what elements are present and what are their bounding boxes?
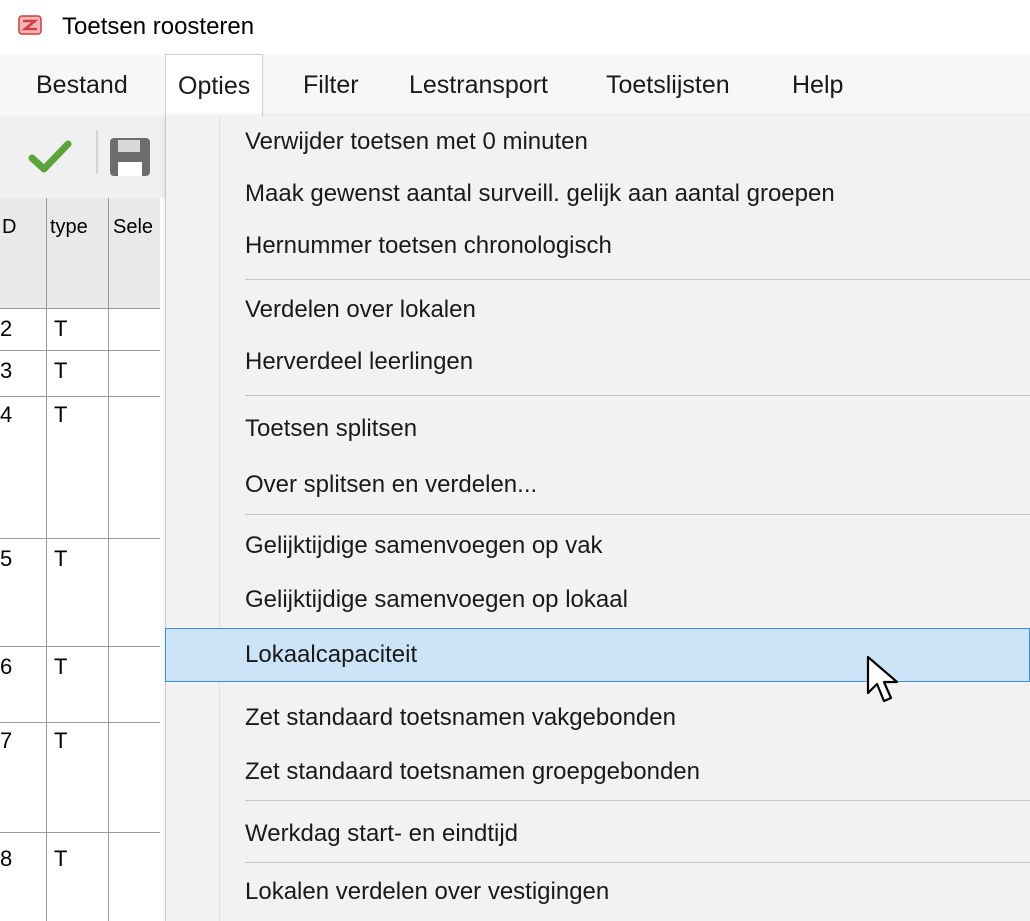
- menu-separator: [245, 862, 1030, 863]
- column-header-type[interactable]: type: [50, 198, 104, 308]
- menu-item-samenvoegen-op-vak[interactable]: Gelijktijdige samenvoegen op vak: [165, 520, 1030, 572]
- grid-line: [0, 646, 160, 647]
- table-cell-id: 3: [0, 358, 13, 383]
- menu-filter[interactable]: Filter: [303, 54, 359, 116]
- grid-line: [0, 538, 160, 539]
- table-cell-id: 5: [0, 546, 13, 571]
- grid-line: [46, 198, 47, 921]
- menu-separator: [245, 395, 1030, 396]
- table-cell-id: 6: [0, 654, 13, 679]
- save-icon[interactable]: [106, 136, 165, 178]
- title-bar: Toetsen roosteren: [0, 0, 1030, 54]
- menu-bar: Bestand Opties Filter Lestransport Toets…: [0, 54, 1030, 117]
- menu-item-werkdag-tijd[interactable]: Werkdag start- en eindtijd: [165, 808, 1030, 860]
- check-icon[interactable]: [28, 138, 72, 174]
- table-cell-type: T: [54, 546, 68, 571]
- menu-separator: [245, 800, 1030, 801]
- table-cell-type: T: [54, 316, 68, 341]
- table-cell-type: T: [54, 846, 68, 871]
- menu-lestransport[interactable]: Lestransport: [409, 54, 548, 116]
- menu-item-hernummer-toetsen[interactable]: Hernummer toetsen chronologisch: [165, 220, 1030, 272]
- menu-item-toetsen-splitsen[interactable]: Toetsen splitsen: [165, 403, 1030, 455]
- toolbar-separator: [96, 130, 98, 174]
- table-cell-id: 4: [0, 402, 13, 427]
- window-title: Toetsen roosteren: [62, 13, 255, 40]
- menu-item-verwijder-toetsen[interactable]: Verwijder toetsen met 0 minuten: [165, 116, 1030, 168]
- menu-separator: [245, 514, 1030, 515]
- menu-item-lokalen-vestigingen[interactable]: Lokalen verdelen over vestigingen: [165, 866, 1030, 918]
- grid-line: [0, 396, 160, 397]
- table-cell-type: T: [54, 358, 68, 383]
- grid-line: [0, 308, 160, 309]
- table-cell-id: 8: [0, 846, 13, 871]
- menu-item-verdelen-over-lokalen[interactable]: Verdelen over lokalen: [165, 284, 1030, 336]
- menu-bestand[interactable]: Bestand: [36, 54, 128, 116]
- menu-item-toetsnamen-groepgebonden[interactable]: Zet standaard toetsnamen groepgebonden: [165, 746, 1030, 798]
- table-cell-type: T: [54, 728, 68, 753]
- grid-line: [0, 350, 160, 351]
- grid-line: [108, 198, 109, 921]
- menu-opties[interactable]: Opties: [165, 54, 264, 117]
- grid-line: [0, 832, 160, 833]
- table-cell-type: T: [54, 402, 68, 427]
- mouse-cursor-icon: [866, 655, 899, 703]
- table-cell-id: 2: [0, 316, 13, 341]
- table-cell-id: 7: [0, 728, 13, 753]
- table-cell-type: T: [54, 654, 68, 679]
- column-header-id[interactable]: D: [2, 198, 42, 308]
- menu-item-maak-gewenst-aantal[interactable]: Maak gewenst aantal surveill. gelijk aan…: [165, 168, 1030, 220]
- menu-item-samenvoegen-op-lokaal[interactable]: Gelijktijdige samenvoegen op lokaal: [165, 574, 1030, 626]
- app-icon: [18, 15, 42, 35]
- grid-line: [0, 722, 160, 723]
- menu-help[interactable]: Help: [792, 54, 843, 116]
- menu-toetslijsten[interactable]: Toetslijsten: [606, 54, 730, 116]
- menu-item-over-splitsen[interactable]: Over splitsen en verdelen...: [165, 459, 1030, 511]
- menu-item-herverdeel-leerlingen[interactable]: Herverdeel leerlingen: [165, 336, 1030, 388]
- menu-separator: [245, 279, 1030, 280]
- column-header-select[interactable]: Sele: [113, 198, 163, 308]
